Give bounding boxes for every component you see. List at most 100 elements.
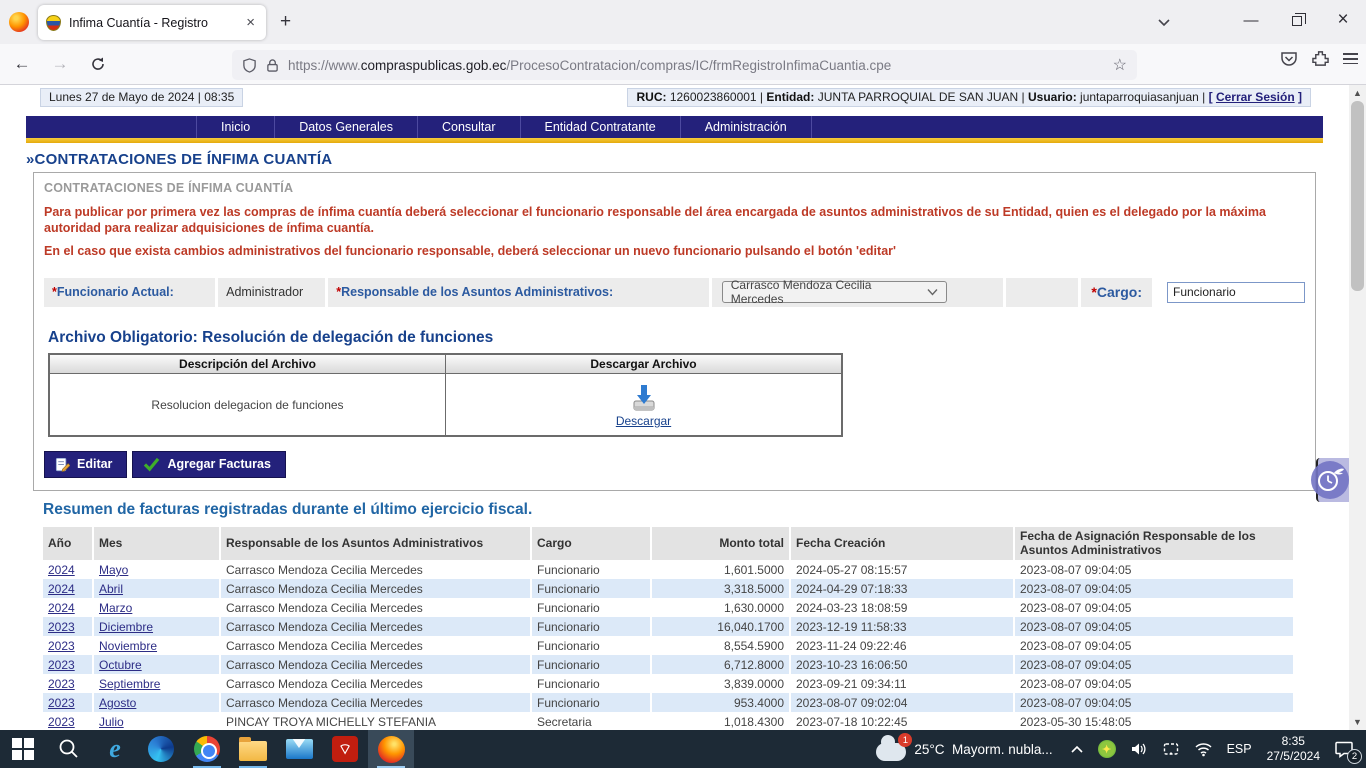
close-button[interactable]: ×	[1320, 0, 1366, 40]
year-link[interactable]: 2023	[48, 639, 75, 653]
minimize-button[interactable]: —	[1228, 0, 1274, 40]
nav-item-inicio[interactable]: Inicio	[196, 116, 275, 138]
cargo-label: * Cargo:	[1081, 278, 1152, 307]
firefox-taskbar-icon[interactable]	[368, 730, 414, 768]
clock-wing-icon[interactable]	[1311, 461, 1349, 499]
shield-icon[interactable]	[242, 58, 257, 73]
year-link[interactable]: 2023	[48, 715, 75, 729]
menu-hamburger-icon[interactable]	[1343, 50, 1358, 67]
year-link[interactable]: 2023	[48, 696, 75, 710]
month-link[interactable]: Diciembre	[99, 620, 153, 634]
month-link[interactable]: Octubre	[99, 658, 142, 672]
download-icon[interactable]	[629, 383, 659, 413]
nav-item-consultar[interactable]: Consultar	[418, 116, 521, 138]
url-text: https://www.compraspublicas.gob.ec/Proce…	[288, 58, 1107, 73]
volume-icon[interactable]	[1123, 730, 1155, 768]
scrollbar-thumb[interactable]	[1351, 101, 1364, 291]
month-link[interactable]: Agosto	[99, 696, 136, 710]
cell-mes[interactable]: Diciembre	[93, 617, 220, 636]
cell-anio[interactable]: 2024	[43, 598, 93, 617]
wifi-icon[interactable]	[1187, 730, 1220, 768]
cell-cargo: Funcionario	[531, 674, 651, 693]
language-indicator[interactable]: ESP	[1220, 730, 1259, 768]
notification-center-icon[interactable]: 2	[1328, 730, 1366, 768]
cell-anio[interactable]: 2023	[43, 674, 93, 693]
editar-button-label: Editar	[77, 457, 112, 471]
logout-link[interactable]: [ Cerrar Sesión ]	[1209, 90, 1302, 104]
edge-icon[interactable]	[138, 730, 184, 768]
cell-anio[interactable]: 2023	[43, 693, 93, 712]
month-link[interactable]: Noviembre	[99, 639, 157, 653]
cell-anio[interactable]: 2023	[43, 655, 93, 674]
chrome-icon[interactable]	[184, 730, 230, 768]
acrobat-icon[interactable]: ⌔	[322, 730, 368, 768]
cell-cargo: Funcionario	[531, 598, 651, 617]
cell-fecha-creacion: 2023-10-23 16:06:50	[790, 655, 1014, 674]
cell-monto: 8,554.5900	[651, 636, 790, 655]
tablet-mode-icon[interactable]	[1155, 730, 1187, 768]
scroll-up-icon[interactable]: ▲	[1349, 85, 1366, 101]
cell-responsable: Carrasco Mendoza Cecilia Mercedes	[220, 579, 531, 598]
bookmark-star-icon[interactable]: ☆	[1113, 55, 1127, 75]
browser-tab[interactable]: Infima Cuantía - Registro ×	[38, 5, 266, 40]
agregar-facturas-button[interactable]: Agregar Facturas	[132, 451, 286, 478]
list-tabs-chevron-icon[interactable]	[1156, 14, 1178, 32]
scroll-down-icon[interactable]: ▼	[1349, 714, 1366, 730]
month-link[interactable]: Julio	[99, 715, 124, 729]
nav-item-entidad-contratante[interactable]: Entidad Contratante	[521, 116, 681, 138]
cargo-input[interactable]	[1167, 282, 1305, 303]
tray-chevron-up-icon[interactable]	[1063, 730, 1091, 768]
cell-mes[interactable]: Octubre	[93, 655, 220, 674]
antivirus-tray-icon[interactable]: ✦	[1091, 730, 1123, 768]
cell-anio[interactable]: 2024	[43, 560, 93, 579]
cell-mes[interactable]: Julio	[93, 712, 220, 730]
year-link[interactable]: 2024	[48, 563, 75, 577]
mail-icon[interactable]	[276, 730, 322, 768]
cell-mes[interactable]: Mayo	[93, 560, 220, 579]
search-icon[interactable]	[46, 730, 92, 768]
year-link[interactable]: 2024	[48, 601, 75, 615]
tab-close-icon[interactable]: ×	[243, 14, 258, 31]
cell-mes[interactable]: Septiembre	[93, 674, 220, 693]
page-scrollbar[interactable]: ▲ ▼	[1349, 85, 1366, 730]
editar-button[interactable]: Editar	[44, 451, 127, 478]
nav-item-datos-generales[interactable]: Datos Generales	[275, 116, 418, 138]
cell-mes[interactable]: Noviembre	[93, 636, 220, 655]
floating-clock-widget[interactable]	[1313, 458, 1349, 502]
year-link[interactable]: 2023	[48, 620, 75, 634]
month-link[interactable]: Marzo	[99, 601, 132, 615]
file-explorer-icon[interactable]	[230, 730, 276, 768]
taskbar-clock[interactable]: 8:35 27/5/2024	[1259, 734, 1328, 764]
factura-row: 2023NoviembreCarrasco Mendoza Cecilia Me…	[43, 636, 1294, 655]
month-link[interactable]: Abril	[99, 582, 123, 596]
year-link[interactable]: 2024	[48, 582, 75, 596]
cell-anio[interactable]: 2023	[43, 617, 93, 636]
internet-explorer-icon[interactable]: e	[92, 730, 138, 768]
restore-button[interactable]	[1274, 0, 1320, 40]
cell-mes[interactable]: Marzo	[93, 598, 220, 617]
cell-fecha-creacion: 2023-09-21 09:34:11	[790, 674, 1014, 693]
back-button[interactable]: ←	[6, 50, 38, 78]
new-tab-button[interactable]: +	[280, 12, 291, 32]
descargar-link[interactable]: Descargar	[616, 414, 671, 428]
cell-anio[interactable]: 2024	[43, 579, 93, 598]
extensions-puzzle-icon[interactable]	[1312, 50, 1329, 67]
year-link[interactable]: 2023	[48, 658, 75, 672]
start-button[interactable]	[0, 730, 46, 768]
url-bar[interactable]: https://www.compraspublicas.gob.ec/Proce…	[232, 50, 1137, 80]
reload-button[interactable]	[82, 50, 114, 78]
cell-mes[interactable]: Abril	[93, 579, 220, 598]
cell-mes[interactable]: Agosto	[93, 693, 220, 712]
month-link[interactable]: Septiembre	[99, 677, 160, 691]
factura-row: 2023OctubreCarrasco Mendoza Cecilia Merc…	[43, 655, 1294, 674]
lock-icon[interactable]	[266, 58, 279, 73]
nav-item-administracion[interactable]: Administración	[681, 116, 812, 138]
responsable-select[interactable]: Carrasco Mendoza Cecilia Mercedes	[722, 281, 947, 303]
year-link[interactable]: 2023	[48, 677, 75, 691]
month-link[interactable]: Mayo	[99, 563, 128, 577]
cell-anio[interactable]: 2023	[43, 712, 93, 730]
forward-button[interactable]: →	[44, 50, 76, 78]
pocket-icon[interactable]	[1280, 51, 1298, 67]
cell-anio[interactable]: 2023	[43, 636, 93, 655]
weather-widget[interactable]: 1 25°C Mayorm. nubla...	[866, 737, 1062, 761]
